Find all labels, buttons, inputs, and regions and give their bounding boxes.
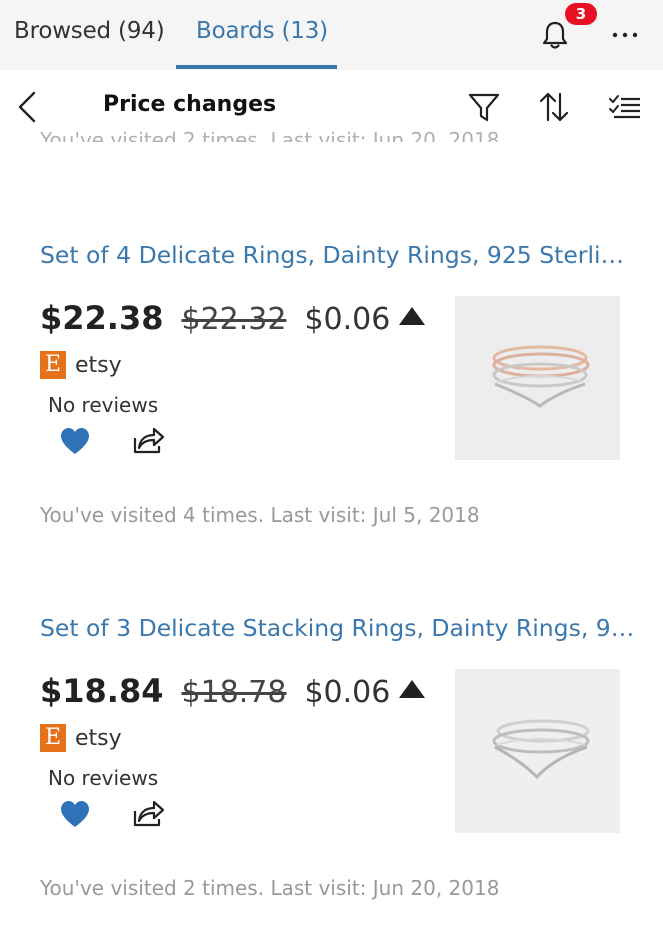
bell-icon[interactable] [538, 18, 572, 52]
price-change: $0.06 [304, 675, 391, 710]
old-price: $18.78 [181, 675, 287, 710]
notification-badge: 3 [565, 3, 597, 25]
toolbar: You've visited 2 times. Last visit: Jun … [0, 70, 663, 142]
reviews-text: No reviews [48, 393, 159, 417]
etsy-logo-icon: E [40, 724, 66, 752]
visit-info: You've visited 2 times. Last visit: Jun … [40, 876, 500, 900]
back-arrow-icon[interactable] [12, 90, 44, 124]
tab-boards[interactable]: Boards (13) [196, 18, 328, 44]
price-up-icon [399, 307, 426, 325]
product-image[interactable] [455, 669, 620, 833]
heart-icon[interactable] [59, 426, 91, 456]
etsy-logo-icon: E [40, 351, 66, 379]
heart-icon[interactable] [59, 799, 91, 829]
tab-bar: Browsed (94) Boards (13) 3 [0, 0, 663, 70]
old-price: $22.32 [181, 302, 287, 337]
price-up-icon [399, 680, 426, 698]
active-tab-indicator [176, 65, 337, 69]
store-name: etsy [75, 725, 122, 751]
item-title[interactable]: Set of 4 Delicate Rings, Dainty Rings, 9… [40, 241, 636, 269]
store-row: E etsy [40, 724, 122, 752]
store-row: E etsy [40, 351, 122, 379]
tab-browsed[interactable]: Browsed (94) [14, 18, 165, 44]
filter-icon[interactable] [467, 90, 501, 124]
more-icon[interactable] [608, 16, 642, 50]
price-change: $0.06 [304, 302, 391, 337]
checklist-icon[interactable] [608, 90, 642, 124]
product-image[interactable] [455, 296, 620, 460]
current-price: $22.38 [40, 299, 164, 337]
share-icon[interactable] [131, 424, 165, 456]
store-name: etsy [75, 352, 122, 378]
item-title[interactable]: Set of 3 Delicate Stacking Rings, Dainty… [40, 614, 636, 642]
reviews-text: No reviews [48, 766, 159, 790]
share-icon[interactable] [131, 797, 165, 829]
current-price: $18.84 [40, 672, 164, 710]
price-row: $18.84 $18.78 $0.06 [40, 672, 426, 710]
page-title: Price changes [103, 92, 277, 117]
scrolled-visit-text: You've visited 2 times. Last visit: Jun … [40, 128, 500, 142]
price-row: $22.38 $22.32 $0.06 [40, 299, 426, 337]
sort-icon[interactable] [537, 90, 571, 124]
visit-info: You've visited 4 times. Last visit: Jul … [40, 503, 480, 527]
